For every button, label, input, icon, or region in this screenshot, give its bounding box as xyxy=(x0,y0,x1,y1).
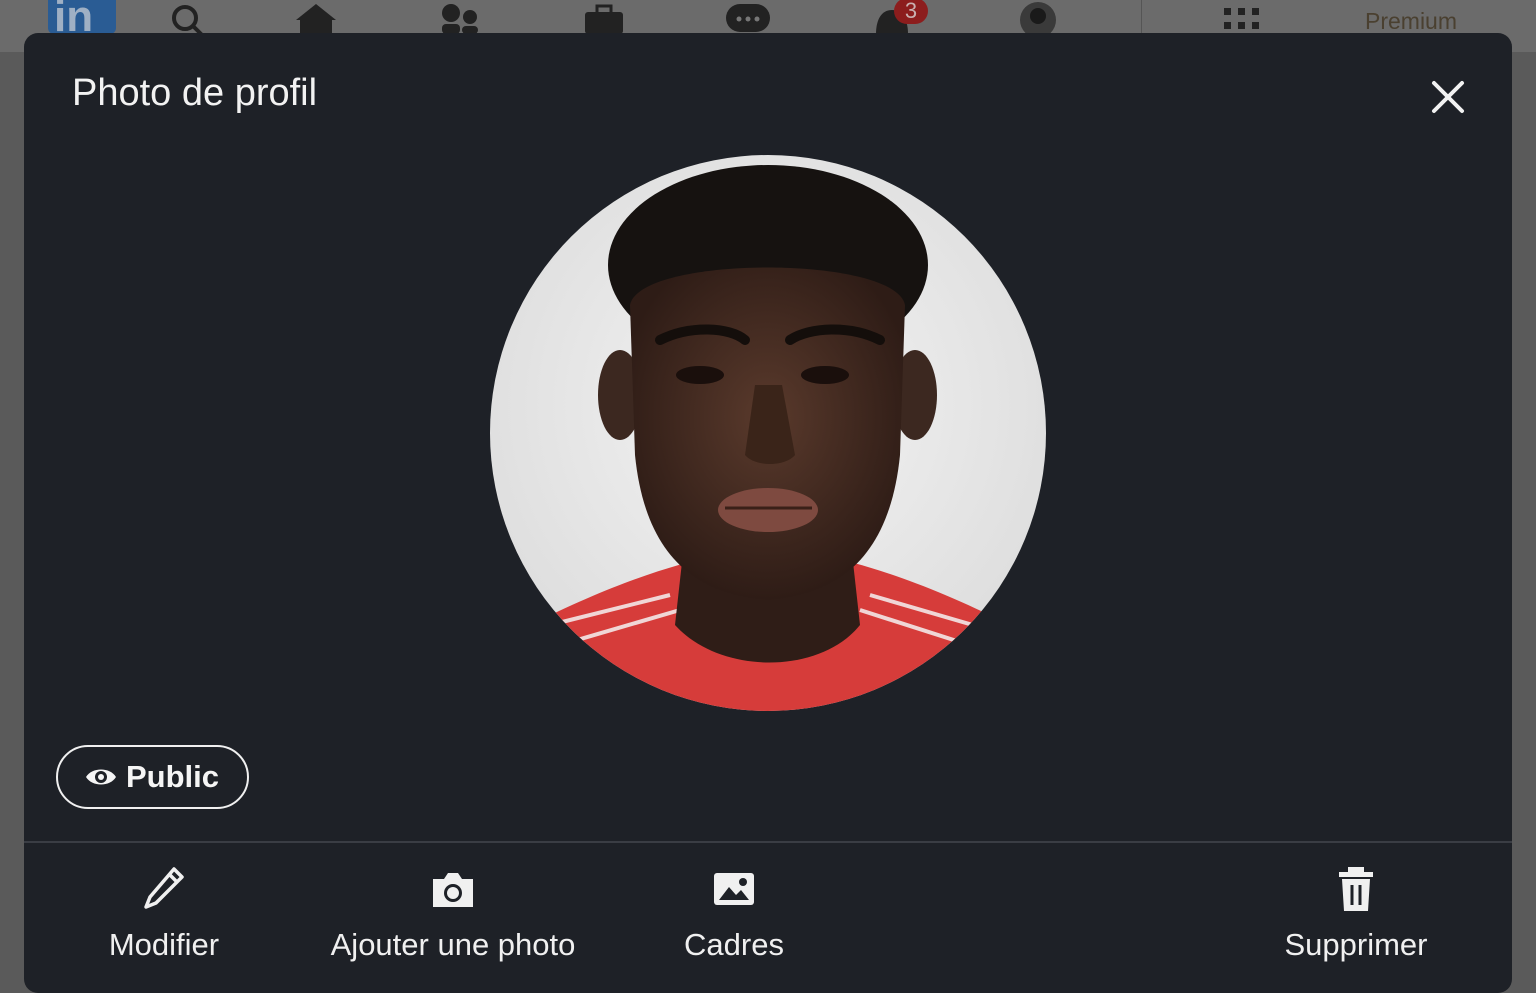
linkedin-logo[interactable]: in xyxy=(48,0,116,34)
delete-label: Supprimer xyxy=(1284,927,1428,962)
camera-icon xyxy=(433,873,473,907)
home-icon[interactable] xyxy=(292,2,340,34)
visibility-button[interactable]: Public xyxy=(56,745,249,809)
grid-icon[interactable] xyxy=(1222,6,1262,32)
pencil-icon xyxy=(144,867,184,909)
visibility-label: Public xyxy=(126,759,220,794)
profile-photo xyxy=(490,155,1046,711)
image-icon xyxy=(714,873,754,905)
frames-label: Cadres xyxy=(684,927,784,962)
footer-divider xyxy=(24,841,1512,843)
network-icon[interactable] xyxy=(440,2,480,34)
avatar[interactable] xyxy=(1018,2,1058,34)
dialog-title: Photo de profil xyxy=(72,72,318,114)
profile-photo-dialog: Photo de profil Public Modifier Ajouter … xyxy=(24,33,1512,993)
eye-icon xyxy=(86,769,116,785)
add-photo-label: Ajouter une photo xyxy=(330,927,576,962)
add-photo-button[interactable]: Ajouter une photo xyxy=(313,865,593,963)
notification-badge: 3 xyxy=(894,0,928,24)
messaging-icon[interactable] xyxy=(725,2,771,34)
frames-button[interactable]: Cadres xyxy=(664,865,804,963)
edit-label: Modifier xyxy=(108,927,220,962)
delete-button[interactable]: Supprimer xyxy=(1274,865,1438,963)
close-icon[interactable] xyxy=(1424,73,1472,121)
edit-button[interactable]: Modifier xyxy=(84,865,244,963)
jobs-icon[interactable] xyxy=(583,2,625,34)
premium-link[interactable]: Premium xyxy=(1365,8,1457,35)
nav-divider xyxy=(1141,0,1142,34)
trash-icon xyxy=(1339,867,1373,911)
